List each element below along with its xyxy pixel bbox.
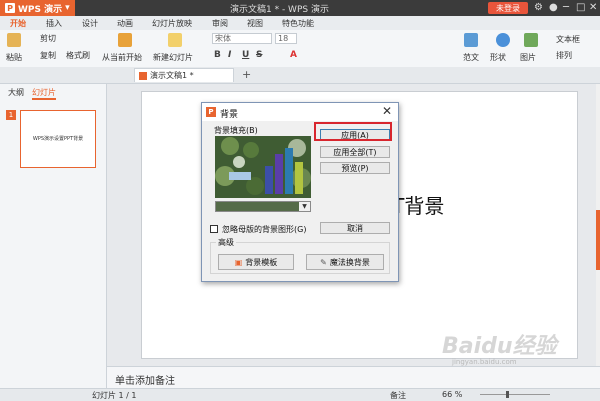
slides-panel: 大纲 幻灯片 1 WPS演示设置PPT背景	[0, 84, 107, 388]
shape-icon[interactable]	[496, 33, 510, 47]
presentation-icon	[139, 71, 147, 80]
copy-button[interactable]: 复制	[40, 50, 56, 61]
from-current-button[interactable]: 从当前开始	[102, 52, 142, 63]
zoom-level[interactable]: 66 %	[442, 390, 462, 399]
bg-template-label: 背景模板	[245, 257, 278, 267]
dialog-title: 背景	[220, 110, 239, 120]
minimize-icon[interactable]: ─	[563, 2, 569, 13]
fill-dropdown[interactable]: ▼	[215, 201, 311, 212]
magic-background-label: 魔法换背景	[329, 257, 370, 267]
arrange-button[interactable]: 排列	[556, 50, 572, 61]
help-icon[interactable]: ●	[549, 2, 558, 13]
italic-button[interactable]: I	[228, 50, 231, 60]
template-icon: ▣	[234, 257, 243, 267]
chevron-down-icon: ▼	[299, 202, 310, 211]
maximize-icon[interactable]: □	[576, 2, 585, 13]
login-button[interactable]: 未登录	[488, 2, 528, 14]
tab-view[interactable]: 视图	[247, 18, 263, 29]
watermark-url: jingyan.baidu.com	[452, 358, 517, 366]
picture-button[interactable]: 图片	[520, 52, 536, 63]
preview-button[interactable]: 预览(P)	[320, 162, 390, 174]
tab-review[interactable]: 审阅	[212, 18, 228, 29]
tab-slides[interactable]: 幻灯片	[32, 87, 56, 100]
font-name-select[interactable]: 宋体	[212, 33, 272, 44]
preview-image	[215, 136, 311, 198]
zoom-slider-thumb[interactable]	[506, 391, 509, 398]
notes-placeholder: 单击添加备注	[115, 376, 175, 387]
fill-label: 背景填充(B)	[214, 126, 258, 135]
tab-animation[interactable]: 动画	[117, 18, 133, 29]
magic-wand-icon: ✎	[320, 257, 327, 267]
font-size-select[interactable]: 18	[275, 33, 297, 44]
zoom-slider[interactable]	[480, 394, 550, 395]
app-name: WPS 演示	[18, 4, 63, 15]
template-icon[interactable]	[464, 33, 478, 47]
strikethrough-button[interactable]: S	[256, 50, 262, 60]
document-tab-label: 演示文稿1 *	[150, 71, 194, 80]
advanced-label: 高级	[216, 237, 236, 248]
tab-home[interactable]: 开始	[10, 18, 26, 29]
baidu-watermark: Baidu经验	[442, 334, 557, 359]
new-slide-icon[interactable]	[168, 33, 182, 47]
shape-button[interactable]: 形状	[490, 52, 506, 63]
add-tab-button[interactable]: +	[242, 68, 251, 81]
magic-background-button[interactable]: ✎ 魔法换背景	[306, 254, 384, 270]
status-bar: 幻灯片 1 / 1 备注 66 %	[0, 388, 600, 401]
cancel-button[interactable]: 取消	[320, 222, 390, 234]
apply-all-button[interactable]: 应用全部(T)	[320, 146, 390, 158]
side-panel-handle[interactable]	[596, 210, 600, 270]
template-button[interactable]: 范文	[463, 52, 479, 63]
document-title: 演示文稿1 * - WPS 演示	[230, 5, 329, 15]
tab-insert[interactable]: 插入	[46, 18, 62, 29]
notes-pane[interactable]: 单击添加备注	[107, 366, 600, 388]
title-bar: P WPS 演示 ▾ 演示文稿1 * - WPS 演示 未登录 ⚙ ● ─ □ …	[0, 0, 600, 16]
cut-button[interactable]: 剪切	[40, 33, 56, 44]
slide-thumbnail[interactable]: WPS演示设置PPT背景	[20, 110, 96, 168]
notes-toggle[interactable]: 备注	[390, 390, 406, 401]
picture-icon[interactable]	[524, 33, 538, 47]
paste-button[interactable]: 粘贴	[6, 52, 22, 63]
paste-icon[interactable]	[7, 33, 21, 47]
wps-logo-icon: P	[5, 3, 15, 13]
app-menu-button[interactable]: P WPS 演示 ▾	[0, 0, 75, 16]
menu-bar: 开始 插入 设计 动画 幻灯片放映 审阅 视图 特色功能	[0, 16, 600, 31]
slide-number: 1	[6, 110, 16, 120]
wps-logo-icon: P	[206, 107, 216, 117]
dialog-titlebar: P 背景 ✕	[202, 103, 398, 121]
tab-features[interactable]: 特色功能	[282, 18, 314, 29]
bg-template-button[interactable]: ▣ 背景模板	[218, 254, 294, 270]
apply-highlight	[314, 122, 392, 141]
chevron-down-icon: ▾	[65, 3, 70, 13]
underline-button[interactable]: U	[242, 50, 249, 60]
slide-thumbnail-text: WPS演示设置PPT背景	[32, 136, 84, 142]
tab-design[interactable]: 设计	[82, 18, 98, 29]
font-color-button[interactable]: A	[290, 50, 297, 60]
play-from-current-icon[interactable]	[118, 33, 132, 47]
dialog-close-icon[interactable]: ✕	[382, 104, 392, 118]
toolbar-ribbon: 粘贴 剪切 复制 格式刷 从当前开始 新建幻灯片 宋体 18 B I U S A…	[0, 30, 600, 68]
tab-slideshow[interactable]: 幻灯片放映	[152, 18, 192, 29]
slide-count: 幻灯片 1 / 1	[92, 391, 137, 400]
document-tab-bar: 演示文稿1 * +	[0, 67, 600, 84]
ignore-master-checkbox[interactable]	[210, 225, 218, 233]
background-preview	[215, 136, 311, 198]
format-painter-button[interactable]: 格式刷	[66, 50, 90, 61]
tab-outline[interactable]: 大纲	[8, 87, 24, 98]
close-icon[interactable]: ✕	[589, 2, 597, 13]
settings-icon[interactable]: ⚙	[534, 2, 543, 13]
ignore-master-label: 忽略母版的背景图形(G)	[222, 225, 307, 234]
bold-button[interactable]: B	[214, 50, 221, 60]
document-tab[interactable]: 演示文稿1 *	[134, 68, 234, 82]
textbox-button[interactable]: 文本框	[556, 34, 580, 45]
new-slide-button[interactable]: 新建幻灯片	[153, 52, 193, 63]
